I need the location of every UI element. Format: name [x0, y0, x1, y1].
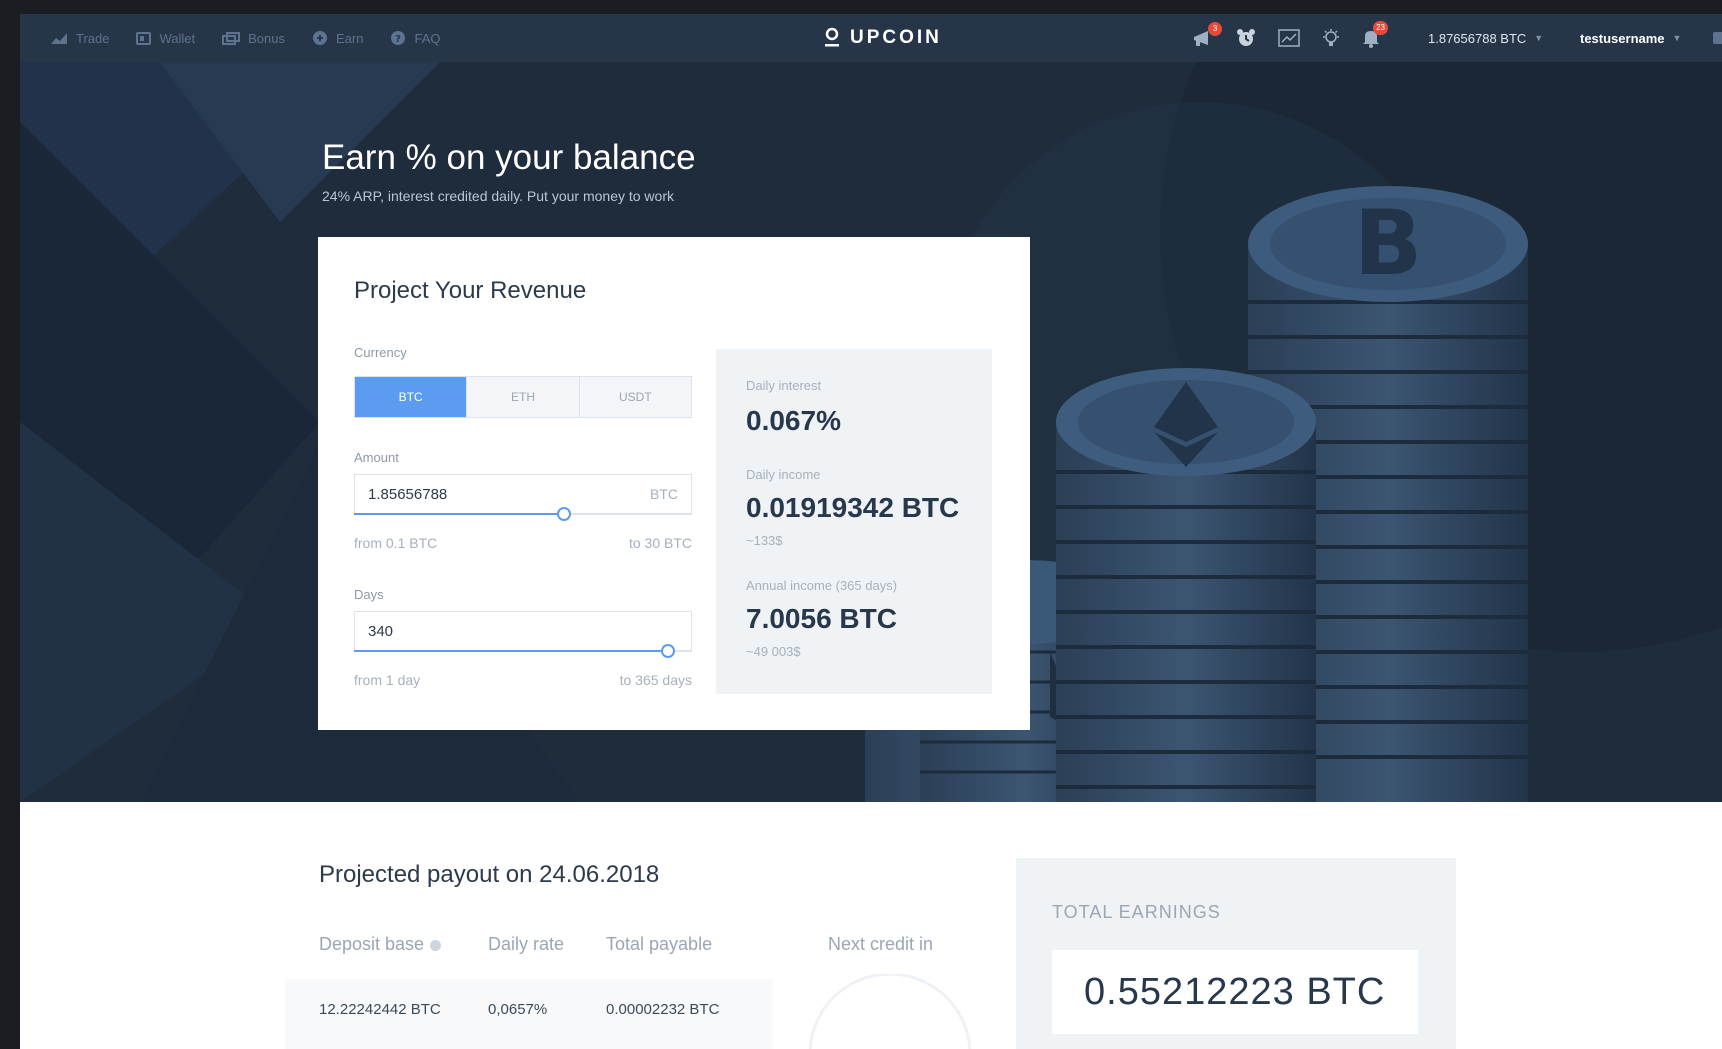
svg-text:B: B	[1354, 191, 1423, 296]
notifications-button[interactable]: 23	[1362, 21, 1388, 48]
nav-label-earn: Earn	[336, 30, 364, 46]
daily-income-label: Daily income	[746, 467, 821, 482]
notifications-badge: 23	[1373, 21, 1388, 35]
help-icon: ?	[391, 31, 406, 45]
nav-label-wallet: Wallet	[159, 30, 196, 46]
column-header-total-payable: Total payable	[606, 934, 713, 954]
nav-item-bonus[interactable]: Bonus	[222, 31, 285, 46]
revenue-calculator-card: Project Your Revenue Currency BTC ETH US…	[318, 237, 1030, 730]
chevron-down-icon: ▼	[1672, 33, 1682, 43]
chevron-down-icon: ▼	[1534, 33, 1544, 43]
alarm-button[interactable]	[1236, 28, 1256, 48]
hero-title: Earn % on your balance	[322, 138, 696, 177]
lightbulb-icon	[1323, 29, 1339, 46]
currency-selector: BTC ETH USDT	[354, 376, 692, 418]
total-earnings-label: TOTAL EARNINGS	[1052, 902, 1221, 922]
balance-value: 1.87656788 BTC	[1428, 30, 1527, 46]
total-payable-cell: 0.00002232 BTC	[606, 1001, 720, 1018]
announcements-button[interactable]: 3	[1192, 22, 1222, 47]
total-earnings-value: 0.55212223 BTC	[1052, 950, 1418, 1034]
info-icon[interactable]	[430, 939, 442, 951]
days-slider[interactable]	[354, 644, 692, 658]
column-header-daily-rate: Daily rate	[488, 934, 565, 954]
calculator-title: Project Your Revenue	[354, 277, 587, 304]
earn-coin-icon	[313, 31, 327, 45]
days-slider-handle[interactable]	[661, 644, 676, 658]
days-slider-fill	[354, 650, 669, 652]
hero-subtitle: 24% ARP, interest credited daily. Put yo…	[322, 188, 674, 204]
trade-chart-icon	[51, 33, 67, 44]
nav-item-earn[interactable]: Earn	[312, 30, 363, 46]
currency-option-btc[interactable]: BTC	[355, 377, 468, 417]
currency-label: Currency	[354, 345, 407, 360]
amount-unit: BTC	[650, 486, 678, 502]
annual-income-usd: ~49 003$	[746, 644, 801, 659]
results-panel: Daily interest 0.067% Daily income 0.019…	[716, 349, 992, 694]
amount-value: 1.85656788	[368, 485, 448, 503]
days-max-label: to 365 days	[619, 672, 692, 688]
svg-text:?: ?	[396, 34, 402, 45]
line-chart-icon	[1278, 29, 1300, 47]
top-navigation-bar: Trade Wallet Bonus Earn ? FAQ UPCOIN 3 2…	[20, 14, 1722, 62]
daily-income-value: 0.01919342 BTC	[746, 492, 960, 523]
currency-option-usdt[interactable]: USDT	[579, 377, 691, 417]
total-earnings-panel: TOTAL EARNINGS 0.55212223 BTC	[1016, 858, 1456, 1049]
nav-label-faq: FAQ	[414, 30, 441, 46]
wallet-icon	[136, 31, 152, 45]
amount-min-label: from 0.1 BTC	[354, 535, 438, 551]
stats-button[interactable]	[1278, 29, 1300, 47]
bonus-icon	[222, 31, 241, 45]
days-value: 340	[368, 622, 394, 640]
payout-title: Projected payout on 24.06.2018	[319, 861, 660, 888]
next-credit-countdown-ring	[808, 974, 972, 1049]
nav-label-bonus: Bonus	[248, 30, 285, 46]
brand-logo[interactable]: UPCOIN	[824, 14, 942, 62]
deposit-base-cell: 12.22242442 BTC	[319, 1001, 441, 1018]
deposit-base-header-label: Deposit base	[319, 934, 425, 954]
theme-toggle-button[interactable]	[1322, 28, 1340, 48]
amount-slider-handle[interactable]	[556, 507, 571, 521]
user-menu-dropdown[interactable]: testusername ▼	[1580, 14, 1681, 62]
nav-item-trade[interactable]: Trade	[50, 31, 109, 46]
daily-interest-value: 0.067%	[746, 405, 841, 436]
nav-item-wallet[interactable]: Wallet	[136, 31, 195, 46]
column-header-deposit-base: Deposit base	[319, 934, 442, 955]
nav-item-faq[interactable]: ? FAQ	[390, 30, 440, 46]
upcoin-logo-icon	[825, 27, 839, 47]
daily-rate-cell: 0,0657%	[488, 1001, 548, 1018]
brand-name: UPCOIN	[850, 27, 942, 48]
alarm-clock-icon	[1237, 29, 1255, 46]
username: testusername	[1580, 30, 1665, 46]
amount-label: Amount	[354, 450, 399, 465]
announcements-badge: 3	[1208, 22, 1222, 36]
amount-slider-fill	[354, 513, 564, 515]
annual-income-label: Annual income (365 days)	[746, 578, 898, 593]
currency-option-eth[interactable]: ETH	[467, 377, 580, 417]
column-header-next-credit: Next credit in	[828, 934, 934, 954]
balance-dropdown[interactable]: 1.87656788 BTC ▼	[1428, 14, 1543, 62]
header-icon-group: 3 23	[1192, 14, 1402, 62]
annual-income-value: 7.0056 BTC	[746, 603, 897, 634]
days-min-label: from 1 day	[354, 672, 421, 688]
amount-slider[interactable]	[354, 507, 692, 521]
main-nav: Trade Wallet Bonus Earn ? FAQ	[50, 30, 467, 46]
app-window: Trade Wallet Bonus Earn ? FAQ UPCOIN 3 2…	[20, 14, 1722, 1049]
daily-interest-label: Daily interest	[746, 378, 822, 393]
days-label: Days	[354, 587, 384, 602]
chat-icon[interactable]	[1713, 32, 1722, 44]
amount-max-label: to 30 BTC	[628, 535, 692, 551]
hero-section: B Earn % on your balance 24% ARP, intere…	[20, 62, 1722, 802]
nav-label-trade: Trade	[76, 30, 110, 46]
daily-income-usd: ~133$	[746, 533, 783, 548]
